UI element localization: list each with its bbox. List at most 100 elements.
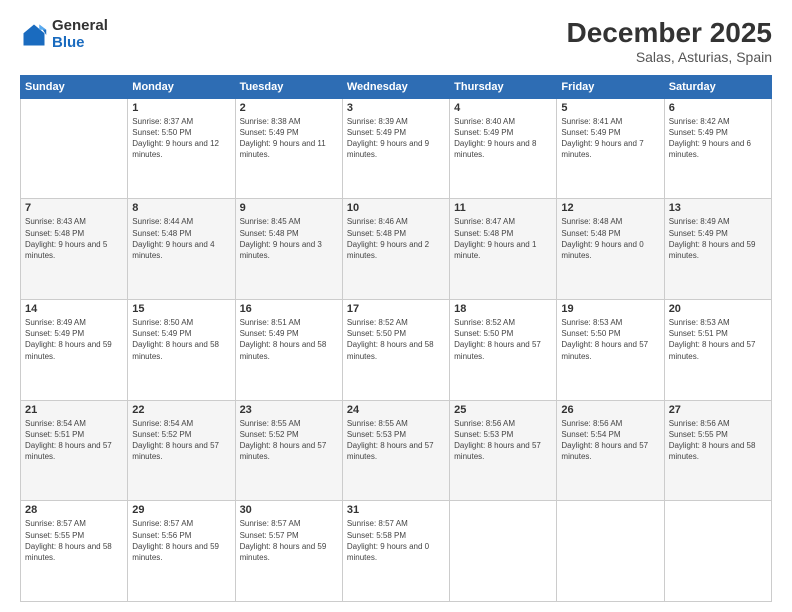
day-number: 11 [454, 202, 552, 214]
day-number: 29 [132, 504, 230, 516]
calendar-cell: 20 Sunrise: 8:53 AMSunset: 5:51 PMDayligh… [664, 300, 771, 401]
day-number: 7 [25, 202, 123, 214]
day-info: Sunrise: 8:47 AMSunset: 5:48 PMDaylight:… [454, 216, 552, 261]
logo-icon [20, 21, 48, 49]
day-number: 22 [132, 404, 230, 416]
calendar-cell: 26 Sunrise: 8:56 AMSunset: 5:54 PMDayligh… [557, 400, 664, 501]
day-info: Sunrise: 8:46 AMSunset: 5:48 PMDaylight:… [347, 216, 445, 261]
day-info: Sunrise: 8:55 AMSunset: 5:52 PMDaylight:… [240, 418, 338, 463]
calendar-cell [21, 98, 128, 199]
day-number: 23 [240, 404, 338, 416]
day-info: Sunrise: 8:41 AMSunset: 5:49 PMDaylight:… [561, 116, 659, 161]
day-number: 31 [347, 504, 445, 516]
day-number: 16 [240, 303, 338, 315]
day-info: Sunrise: 8:57 AMSunset: 5:58 PMDaylight:… [347, 518, 445, 563]
calendar-cell: 15Sunrise: 8:50 AMSunset: 5:49 PMDayligh… [128, 300, 235, 401]
day-number: 10 [347, 202, 445, 214]
day-info: Sunrise: 8:55 AMSunset: 5:53 PMDaylight:… [347, 418, 445, 463]
weekday-header: Friday [557, 75, 664, 98]
calendar-cell: 2 Sunrise: 8:38 AMSunset: 5:49 PMDaylight… [235, 98, 342, 199]
day-number: 6 [669, 102, 767, 114]
calendar-cell: 22 Sunrise: 8:54 AMSunset: 5:52 PMDayligh… [128, 400, 235, 501]
calendar-week-row: 14 Sunrise: 8:49 AMSunset: 5:49 PMDayligh… [21, 300, 772, 401]
day-number: 18 [454, 303, 552, 315]
calendar-week-row: 7 Sunrise: 8:43 AMSunset: 5:48 PMDaylight… [21, 199, 772, 300]
day-info: Sunrise: 8:57 AMSunset: 5:57 PMDaylight:… [240, 518, 338, 563]
logo-blue: Blue [52, 35, 108, 52]
day-info: Sunrise: 8:53 AMSunset: 5:51 PMDaylight:… [669, 317, 767, 362]
weekday-header: Monday [128, 75, 235, 98]
day-info: Sunrise: 8:52 AMSunset: 5:50 PMDaylight:… [347, 317, 445, 362]
calendar-cell [450, 501, 557, 602]
day-number: 30 [240, 504, 338, 516]
day-number: 24 [347, 404, 445, 416]
calendar-cell: 25Sunrise: 8:56 AMSunset: 5:53 PMDayligh… [450, 400, 557, 501]
day-number: 1 [132, 102, 230, 114]
calendar-cell: 5Sunrise: 8:41 AMSunset: 5:49 PMDaylight… [557, 98, 664, 199]
day-number: 20 [669, 303, 767, 315]
day-number: 27 [669, 404, 767, 416]
page-header: General Blue December 2025 Salas, Asturi… [20, 18, 772, 65]
calendar-cell: 10 Sunrise: 8:46 AMSunset: 5:48 PMDayligh… [342, 199, 449, 300]
day-number: 8 [132, 202, 230, 214]
day-number: 15 [132, 303, 230, 315]
day-info: Sunrise: 8:37 AMSunset: 5:50 PMDaylight:… [132, 116, 230, 161]
day-number: 28 [25, 504, 123, 516]
day-info: Sunrise: 8:52 AMSunset: 5:50 PMDaylight:… [454, 317, 552, 362]
calendar-cell [664, 501, 771, 602]
day-info: Sunrise: 8:51 AMSunset: 5:49 PMDaylight:… [240, 317, 338, 362]
calendar-cell: 19 Sunrise: 8:53 AMSunset: 5:50 PMDayligh… [557, 300, 664, 401]
day-info: Sunrise: 8:56 AMSunset: 5:54 PMDaylight:… [561, 418, 659, 463]
day-info: Sunrise: 8:57 AMSunset: 5:55 PMDaylight:… [25, 518, 123, 563]
calendar-cell: 18 Sunrise: 8:52 AMSunset: 5:50 PMDayligh… [450, 300, 557, 401]
calendar-cell: 30 Sunrise: 8:57 AMSunset: 5:57 PMDayligh… [235, 501, 342, 602]
day-info: Sunrise: 8:38 AMSunset: 5:49 PMDaylight:… [240, 116, 338, 161]
weekday-header: Saturday [664, 75, 771, 98]
calendar-cell: 14 Sunrise: 8:49 AMSunset: 5:49 PMDayligh… [21, 300, 128, 401]
day-info: Sunrise: 8:53 AMSunset: 5:50 PMDaylight:… [561, 317, 659, 362]
calendar-table: SundayMondayTuesdayWednesdayThursdayFrid… [20, 75, 772, 602]
calendar-cell: 24 Sunrise: 8:55 AMSunset: 5:53 PMDayligh… [342, 400, 449, 501]
calendar-cell: 21 Sunrise: 8:54 AMSunset: 5:51 PMDayligh… [21, 400, 128, 501]
day-info: Sunrise: 8:56 AMSunset: 5:55 PMDaylight:… [669, 418, 767, 463]
calendar-cell: 8Sunrise: 8:44 AMSunset: 5:48 PMDaylight… [128, 199, 235, 300]
calendar-cell: 11 Sunrise: 8:47 AMSunset: 5:48 PMDayligh… [450, 199, 557, 300]
calendar-week-row: 1 Sunrise: 8:37 AMSunset: 5:50 PMDaylight… [21, 98, 772, 199]
day-info: Sunrise: 8:54 AMSunset: 5:51 PMDaylight:… [25, 418, 123, 463]
calendar-cell: 27 Sunrise: 8:56 AMSunset: 5:55 PMDayligh… [664, 400, 771, 501]
calendar-cell: 3Sunrise: 8:39 AMSunset: 5:49 PMDaylight… [342, 98, 449, 199]
day-number: 19 [561, 303, 659, 315]
day-info: Sunrise: 8:54 AMSunset: 5:52 PMDaylight:… [132, 418, 230, 463]
day-number: 21 [25, 404, 123, 416]
calendar-cell: 28 Sunrise: 8:57 AMSunset: 5:55 PMDayligh… [21, 501, 128, 602]
day-info: Sunrise: 8:57 AMSunset: 5:56 PMDaylight:… [132, 518, 230, 563]
calendar-cell: 7 Sunrise: 8:43 AMSunset: 5:48 PMDaylight… [21, 199, 128, 300]
day-info: Sunrise: 8:43 AMSunset: 5:48 PMDaylight:… [25, 216, 123, 261]
day-info: Sunrise: 8:48 AMSunset: 5:48 PMDaylight:… [561, 216, 659, 261]
day-info: Sunrise: 8:40 AMSunset: 5:49 PMDaylight:… [454, 116, 552, 161]
day-number: 2 [240, 102, 338, 114]
calendar-cell: 4Sunrise: 8:40 AMSunset: 5:49 PMDaylight… [450, 98, 557, 199]
day-info: Sunrise: 8:49 AMSunset: 5:49 PMDaylight:… [25, 317, 123, 362]
calendar-cell: 12 Sunrise: 8:48 AMSunset: 5:48 PMDayligh… [557, 199, 664, 300]
calendar-cell: 23 Sunrise: 8:55 AMSunset: 5:52 PMDayligh… [235, 400, 342, 501]
calendar-cell: 1 Sunrise: 8:37 AMSunset: 5:50 PMDaylight… [128, 98, 235, 199]
weekday-header: Sunday [21, 75, 128, 98]
day-number: 14 [25, 303, 123, 315]
calendar-page: General Blue December 2025 Salas, Asturi… [0, 0, 792, 612]
day-number: 17 [347, 303, 445, 315]
day-number: 25 [454, 404, 552, 416]
calendar-cell: 17 Sunrise: 8:52 AMSunset: 5:50 PMDayligh… [342, 300, 449, 401]
title-block: December 2025 Salas, Asturias, Spain [567, 18, 772, 65]
calendar-cell: 6 Sunrise: 8:42 AMSunset: 5:49 PMDaylight… [664, 98, 771, 199]
calendar-subtitle: Salas, Asturias, Spain [567, 49, 772, 65]
weekday-header: Thursday [450, 75, 557, 98]
day-number: 26 [561, 404, 659, 416]
calendar-cell: 13Sunrise: 8:49 AMSunset: 5:49 PMDayligh… [664, 199, 771, 300]
day-info: Sunrise: 8:49 AMSunset: 5:49 PMDaylight:… [669, 216, 767, 261]
calendar-cell: 9Sunrise: 8:45 AMSunset: 5:48 PMDaylight… [235, 199, 342, 300]
calendar-cell: 29 Sunrise: 8:57 AMSunset: 5:56 PMDayligh… [128, 501, 235, 602]
day-number: 12 [561, 202, 659, 214]
calendar-week-row: 28 Sunrise: 8:57 AMSunset: 5:55 PMDayligh… [21, 501, 772, 602]
day-info: Sunrise: 8:42 AMSunset: 5:49 PMDaylight:… [669, 116, 767, 161]
